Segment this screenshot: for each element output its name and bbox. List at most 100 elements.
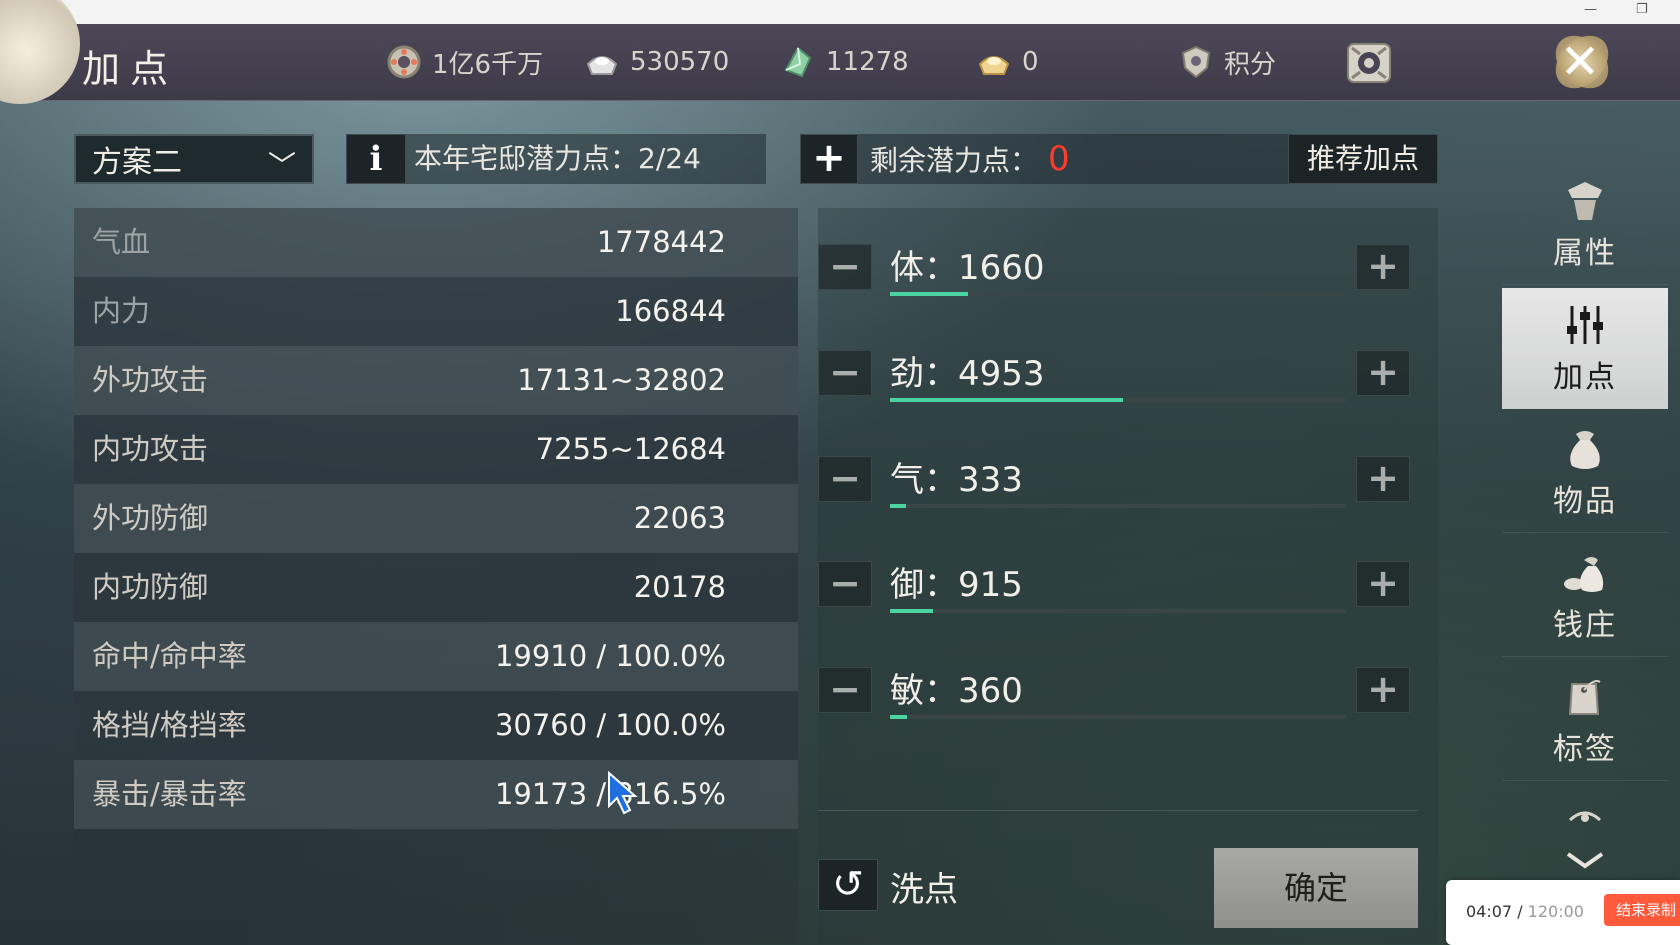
window-titlebar: 江湖 — ❐ — [0, 0, 1680, 24]
money-bag-icon — [1564, 557, 1604, 592]
decrease-button[interactable]: − — [818, 350, 872, 396]
mechanism-icon[interactable] — [1344, 40, 1394, 86]
sidebar-item[interactable]: 钱庄 — [1502, 536, 1668, 657]
stat-value: 22063 — [633, 501, 726, 535]
sidebar-item[interactable]: 标签 — [1502, 660, 1668, 781]
attribute-label: 气：333 — [890, 460, 1023, 500]
reset-button[interactable]: ↺ — [818, 859, 878, 911]
plan-dropdown[interactable]: 方案二 ﹀ — [74, 134, 314, 184]
stat-value: 19910 / 100.0% — [494, 639, 726, 673]
divider — [818, 810, 1418, 811]
sidebar-item[interactable]: 物品 — [1502, 412, 1668, 533]
increase-button[interactable]: + — [1356, 244, 1410, 290]
stat-row: 格挡/格挡率 30760 / 100.0% — [74, 691, 798, 760]
stat-value: 1778442 — [596, 225, 726, 259]
remaining-potential: 剩余潜力点： 0 — [858, 134, 1288, 184]
currency-gold-value: 0 — [1022, 47, 1039, 77]
attribute-bar-fill — [890, 715, 907, 719]
currency-jade: 11278 — [780, 42, 909, 82]
stats-table: 气血 1778442 内力 166844 外功攻击 17131~32802 内功攻击 7255… — [74, 208, 798, 944]
increase-button[interactable]: + — [1356, 350, 1410, 396]
attribute-bar — [890, 398, 1346, 402]
stop-recording-button[interactable]: 结束录制 — [1604, 894, 1680, 926]
stat-value: 30760 / 100.0% — [494, 708, 726, 742]
tag-icon — [1568, 680, 1601, 715]
sidebar-item[interactable]: 属性 — [1502, 164, 1668, 285]
attribute-row: − 劲：4953 + — [818, 338, 1438, 418]
increase-button[interactable]: + — [1356, 456, 1410, 502]
attribute-bar — [890, 504, 1346, 508]
refresh-icon: ↺ — [832, 862, 864, 906]
year-potential-label: 本年宅邸潜力点： — [414, 142, 639, 175]
bag-icon — [1570, 431, 1600, 469]
shield-badge-icon — [1181, 45, 1211, 79]
attribute-row: − 御：915 + — [818, 549, 1438, 629]
decrease-button[interactable]: − — [818, 561, 872, 607]
attribute-label: 体：1660 — [890, 248, 1045, 288]
stat-row: 内功攻击 7255~12684 — [74, 415, 798, 484]
stat-value: 17131~32802 — [517, 363, 726, 397]
chevron-down-icon: ﹀ — [267, 149, 296, 182]
restore-icon[interactable]: ❐ — [1636, 2, 1648, 17]
currency-gold: 0 — [976, 42, 1039, 82]
increase-button[interactable]: + — [1356, 667, 1410, 713]
stat-label: 命中/命中率 — [92, 639, 247, 673]
attribute-label: 劲：4953 — [890, 354, 1045, 394]
increase-button[interactable]: + — [1356, 561, 1410, 607]
stat-label: 内力 — [92, 294, 151, 328]
attribute-label: 御：915 — [890, 565, 1023, 605]
stat-row: 命中/命中率 19910 / 100.0% — [74, 622, 798, 691]
year-potential: 本年宅邸潜力点：2/24 — [406, 134, 766, 184]
confirm-button[interactable]: 确定 — [1214, 848, 1418, 928]
reset-label: 洗点 — [890, 870, 958, 910]
score-button[interactable]: 积分 — [1178, 42, 1276, 82]
attribute-row: − 敏：360 + — [818, 655, 1438, 735]
armor-icon — [1568, 182, 1602, 220]
currency-silver-value: 530570 — [630, 47, 730, 77]
sidebar-item-label: 标签 — [1553, 732, 1617, 767]
page-title: 加点 — [82, 47, 179, 91]
add-potential-button[interactable]: + — [800, 134, 858, 184]
stat-label: 暴击/暴击率 — [92, 777, 247, 811]
screen-recorder-widget: 04:07 / 120:00 结束录制 — [1446, 880, 1680, 945]
minimize-icon[interactable]: — — [1584, 2, 1597, 17]
gold-ingot-icon — [978, 56, 1010, 75]
attribute-bar-fill — [890, 609, 934, 613]
recommend-button[interactable]: 推荐加点 — [1288, 134, 1438, 184]
recorder-elapsed: 04:07 — [1466, 902, 1513, 921]
attribute-bar — [890, 292, 1346, 296]
sidebar-item-label: 加点 — [1553, 360, 1617, 395]
recorder-time: 04:07 / 120:00 — [1466, 902, 1584, 921]
sidebar-item-label: 物品 — [1553, 484, 1617, 519]
score-label: 积分 — [1224, 49, 1277, 80]
stat-label: 内功防御 — [92, 570, 209, 604]
sidebar-item[interactable]: 加点 — [1502, 288, 1668, 409]
close-button[interactable]: ✕ — [1540, 25, 1620, 99]
remaining-label: 剩余潜力点： — [870, 144, 1039, 177]
decrease-button[interactable]: − — [818, 456, 872, 502]
stat-label: 外功防御 — [92, 501, 209, 535]
attribute-bar — [890, 609, 1346, 613]
top-bar: 加点 1亿6千万 530570 11278 0 积分 ✕ — [0, 0, 1680, 104]
stat-row: 内功防御 20178 — [74, 553, 798, 622]
decrease-button[interactable]: − — [818, 244, 872, 290]
attribute-row: − 体：1660 + — [818, 232, 1438, 312]
stat-label: 格挡/格挡率 — [92, 708, 247, 742]
stat-row: 暴击/暴击率 19173 / 316.5% — [74, 760, 798, 829]
moon-decoration — [0, 0, 80, 104]
attribute-bar — [890, 715, 1346, 719]
recorder-total: 120:00 — [1527, 902, 1584, 921]
attribute-label: 敏：360 — [890, 671, 1023, 711]
info-button[interactable]: i — [346, 134, 406, 184]
sidebar-item-label: 属性 — [1553, 236, 1617, 271]
stat-label: 气血 — [92, 225, 151, 259]
attribute-bar-fill — [890, 292, 968, 296]
stat-row: 内力 166844 — [74, 277, 798, 346]
stat-label: 外功攻击 — [92, 363, 209, 397]
plan-selected: 方案二 — [92, 145, 182, 180]
stat-value: 20178 — [633, 570, 726, 604]
sidebar: 属性加点物品钱庄标签 — [1502, 124, 1680, 924]
decrease-button[interactable]: − — [818, 667, 872, 713]
jade-icon — [784, 46, 812, 78]
more-chevron-icon[interactable] — [1560, 792, 1610, 882]
